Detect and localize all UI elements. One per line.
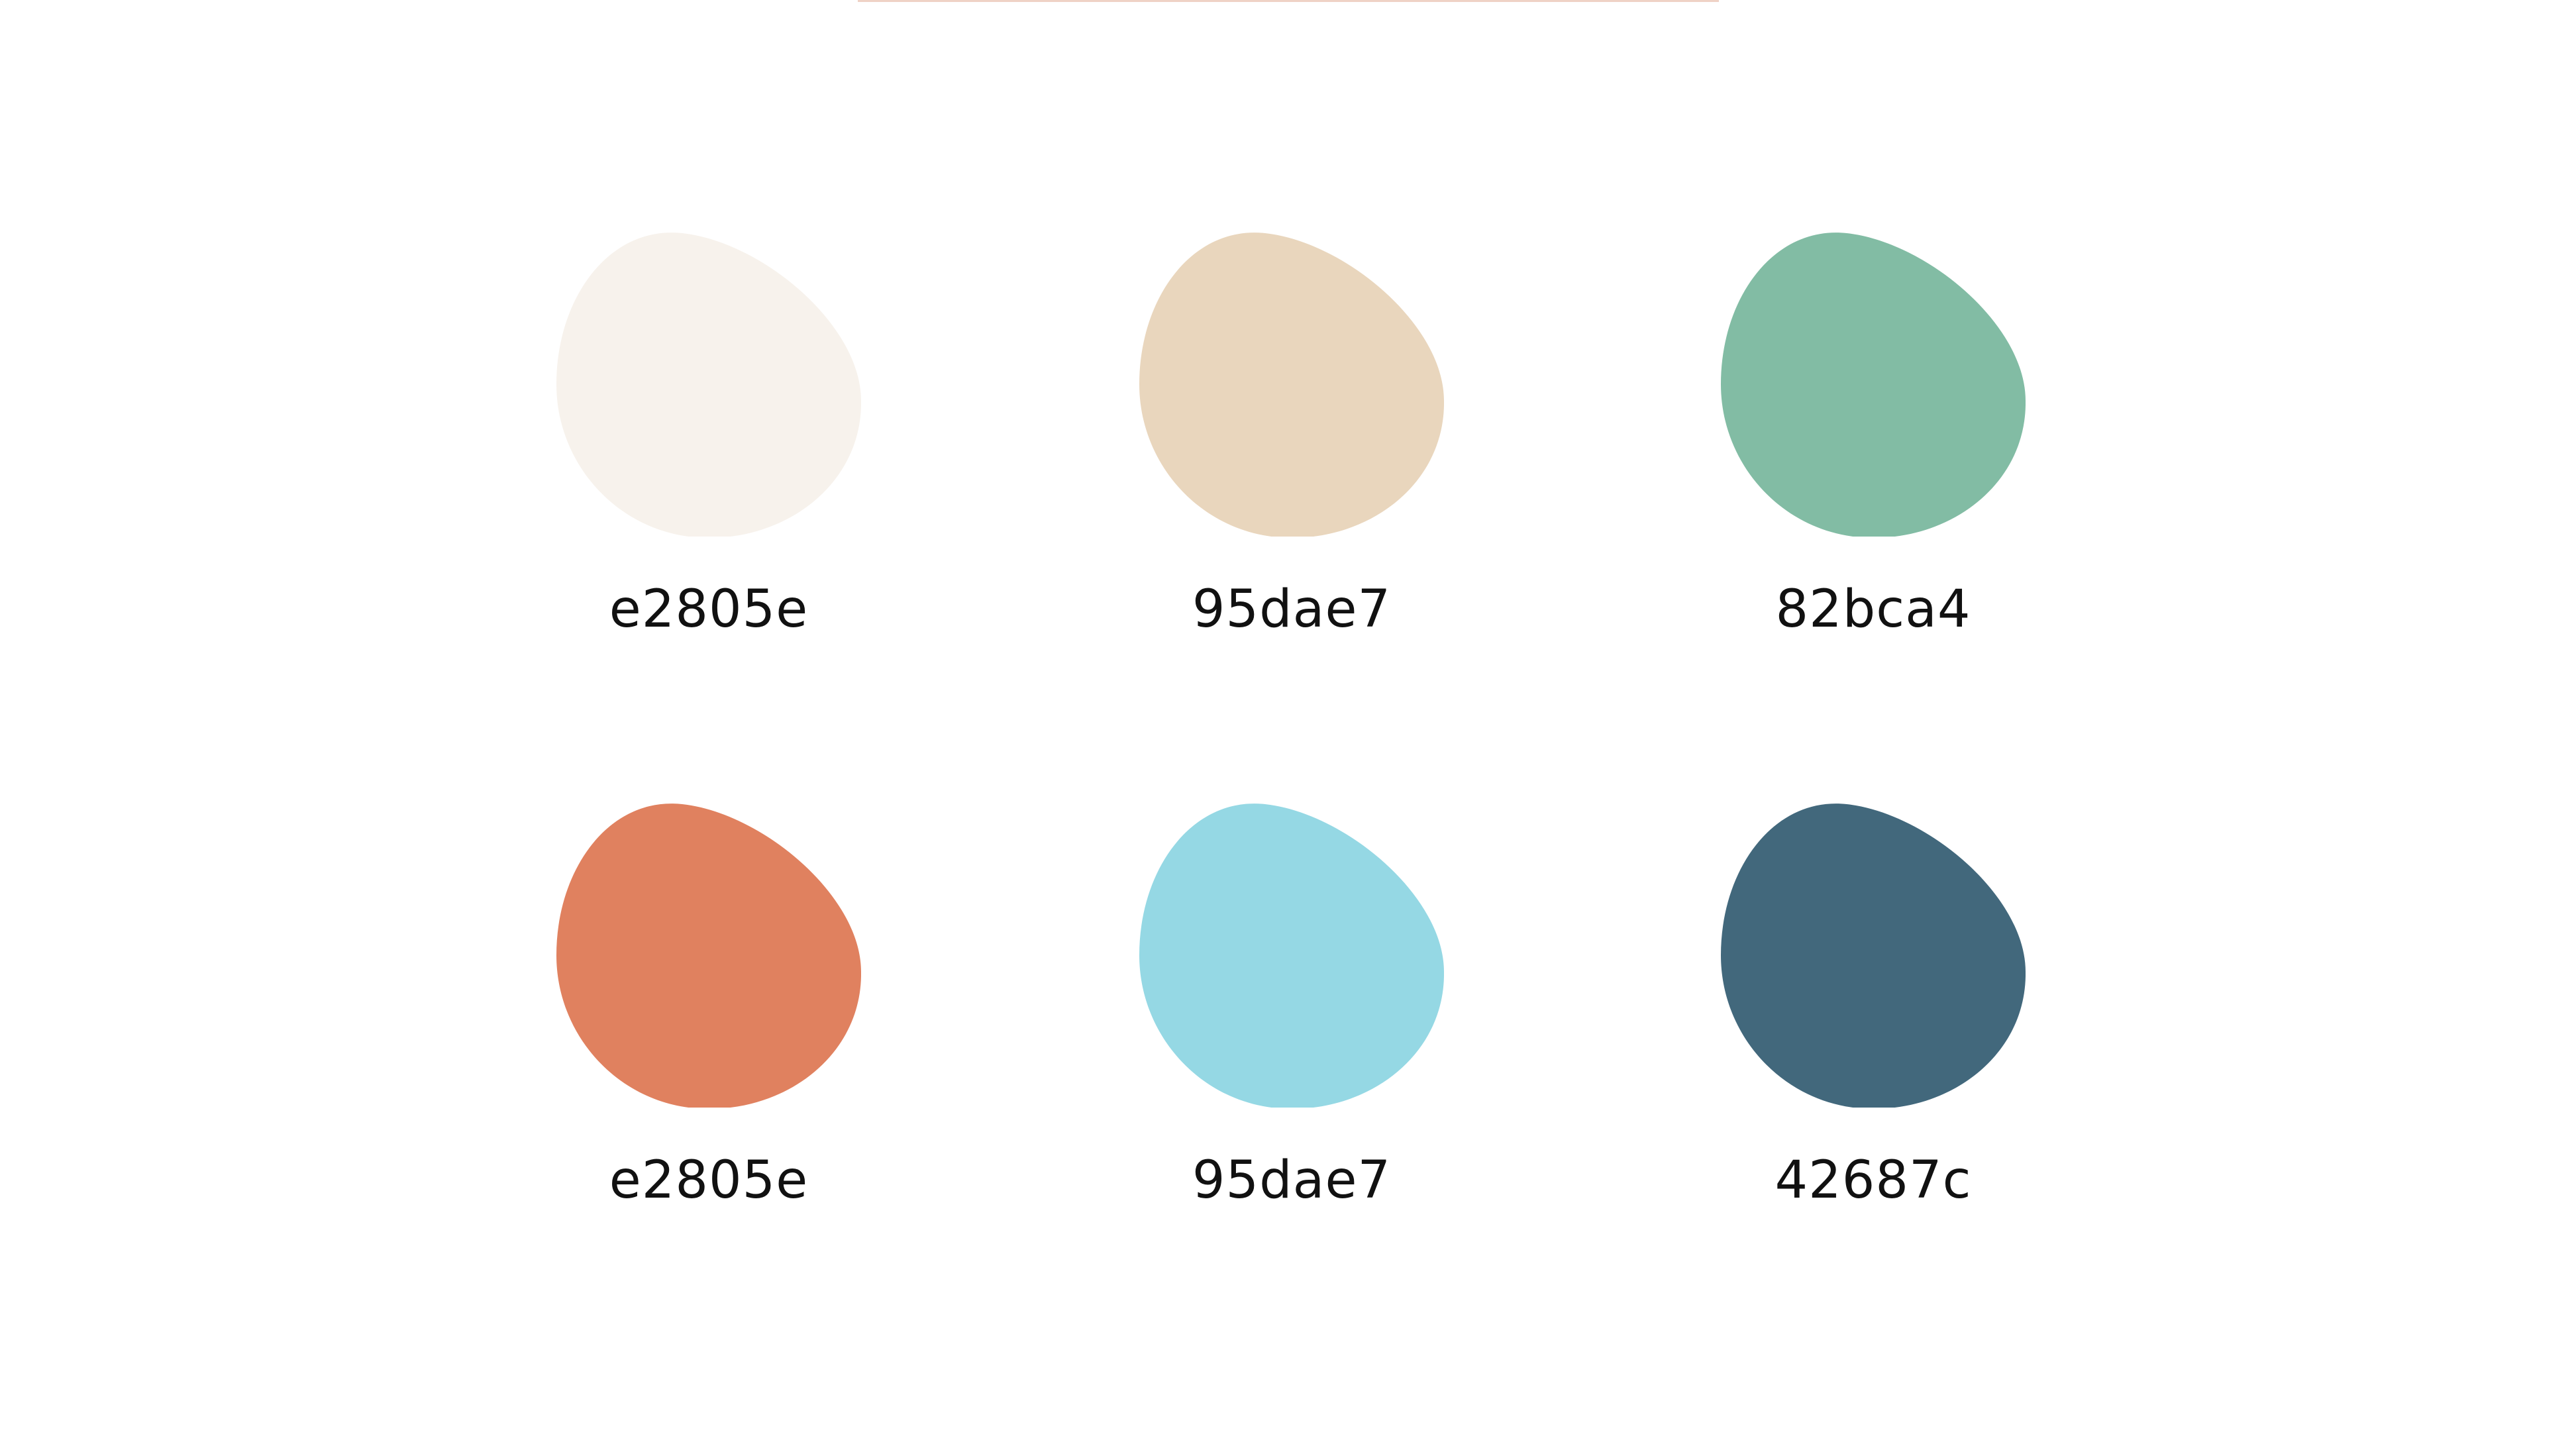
swatch-3: 82bca4: [1721, 232, 2026, 639]
swatch-1-hex-label: e2805e: [609, 580, 809, 639]
swatch-6: 42687c: [1721, 803, 2026, 1210]
blob-shape-2: [1139, 233, 1444, 537]
swatch-1: e2805e: [556, 232, 861, 639]
swatch-6-hex-label: 42687c: [1775, 1151, 1972, 1210]
swatch-4-hex-label: e2805e: [609, 1151, 809, 1210]
top-accent-line: [858, 0, 1719, 2]
blob-shape-4: [556, 804, 861, 1108]
color-palette-canvas: e2805e 95dae7 82bca4 e2805e 95dae7 42687…: [0, 0, 2576, 1452]
swatch-4: e2805e: [556, 803, 861, 1210]
swatch-5: 95dae7: [1139, 803, 1444, 1210]
swatch-3-blob: [1721, 232, 2026, 537]
swatch-6-blob: [1721, 803, 2026, 1108]
blob-shape-6: [1721, 804, 2026, 1108]
swatch-5-blob: [1139, 803, 1444, 1108]
swatch-3-hex-label: 82bca4: [1775, 580, 1971, 639]
blob-shape-1: [556, 233, 861, 537]
swatch-1-blob: [556, 232, 861, 537]
swatch-2-blob: [1139, 232, 1444, 537]
swatch-4-blob: [556, 803, 861, 1108]
swatch-2-hex-label: 95dae7: [1192, 580, 1392, 639]
swatch-5-hex-label: 95dae7: [1192, 1151, 1392, 1210]
blob-shape-5: [1139, 804, 1444, 1108]
swatch-2: 95dae7: [1139, 232, 1444, 639]
blob-shape-3: [1721, 233, 2026, 537]
